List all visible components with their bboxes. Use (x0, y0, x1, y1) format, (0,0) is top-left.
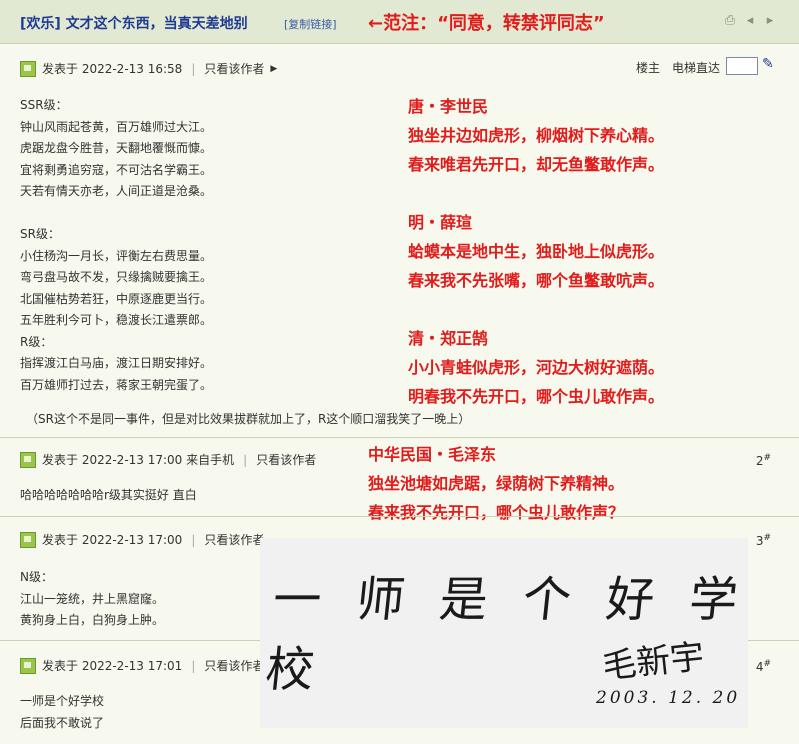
post1-meta: 发表于 2022-2-13 16:58 | 只看该作者 ▶ (20, 60, 277, 77)
thread-title: [欢乐] 文才这个东西，当真天差地别 (20, 16, 248, 32)
post4-body: 一师是个好学校 后面我不敢说了 (20, 694, 105, 730)
floor-number[interactable]: 3# (756, 533, 771, 548)
go-floor-icon[interactable]: ✎ (762, 56, 774, 72)
post2-meta: 发表于 2022-2-13 17:00 来自手机 | 只看该作者 (20, 451, 316, 468)
only-author-link[interactable]: 只看该作者 (204, 531, 264, 548)
title-toolbar: ⎙ ◂ ▸ (723, 14, 777, 28)
post1-footnote: （SR这个不是同一事件，但是对比效果拔群就加上了，R这个顺口溜我笑了一晚上） (26, 412, 471, 426)
calligraphy-date: 2003. 12. 20 (596, 688, 741, 708)
separator: | (191, 532, 196, 547)
thread-title-bar: [欢乐] 文才这个东西，当真天差地别 [复制链接] ←范注：“同意，转禁评同志”… (0, 0, 799, 44)
title-annotation: ←范注：“同意，转禁评同志” (368, 13, 605, 34)
print-icon[interactable]: ⎙ (723, 14, 737, 28)
post2-body: 哈哈哈哈哈哈哈r级其实挺好 直白 (20, 488, 197, 502)
post-icon (20, 657, 36, 674)
post3-body: N级： 江山一笼统，井上黑窟窿。 黄狗身上白，白狗身上肿。 (20, 570, 165, 627)
post-date: 发表于 2022-2-13 17:00 来自手机 (42, 453, 235, 467)
expand-triangle-icon[interactable]: ▶ (270, 64, 277, 74)
next-thread-icon[interactable]: ▸ (763, 14, 777, 28)
post2-red-annotation: 中华民国・毛泽东 独坐池塘如虎踞，绿荫树下养精神。 春来我不先开口，哪个虫儿敢作… (368, 445, 625, 522)
post-date: 发表于 2022-2-13 16:58 (42, 62, 183, 76)
only-author-link[interactable]: 只看该作者 (204, 60, 264, 77)
only-author-link[interactable]: 只看该作者 (204, 657, 264, 674)
post1-red-annotation: 唐・李世民 独坐井边如虎形，柳烟树下养心精。 春来唯君先开口，却无鱼鳖敢作声。 … (408, 97, 665, 406)
post4-meta: 发表于 2022-2-13 17:01 | 只看该作者 (20, 657, 264, 674)
separator: | (191, 658, 196, 673)
post3-meta: 发表于 2022-2-13 17:00 | 只看该作者 (20, 531, 264, 548)
post-divider (0, 516, 799, 517)
separator: | (191, 61, 196, 76)
elevator-input[interactable] (726, 57, 758, 75)
post-icon (20, 451, 36, 468)
floor-number[interactable]: 4# (756, 659, 771, 674)
post1-body: SSR级： 钟山风雨起苍黄，百万雄师过大江。 虎踞龙盘今胜昔，天翻地覆慨而慷。 … (20, 98, 213, 392)
post-icon (20, 60, 36, 77)
calligraphy-image: 一 师 是 个 好 学 校 毛新宇 2003. 12. 20 (260, 538, 748, 728)
prev-thread-icon[interactable]: ◂ (743, 14, 757, 28)
post-divider (0, 437, 799, 438)
post-date: 发表于 2022-2-13 17:01 (42, 659, 183, 673)
post-icon (20, 531, 36, 548)
floor-number[interactable]: 2# (756, 453, 771, 468)
floor-owner-label: 楼主 (636, 61, 661, 75)
separator: | (243, 452, 248, 467)
post-date: 发表于 2022-2-13 17:00 (42, 533, 183, 547)
only-author-link[interactable]: 只看该作者 (256, 451, 316, 468)
elevator-label: 电梯直达 (672, 61, 721, 75)
copy-link-button[interactable]: [复制链接] (284, 16, 337, 32)
